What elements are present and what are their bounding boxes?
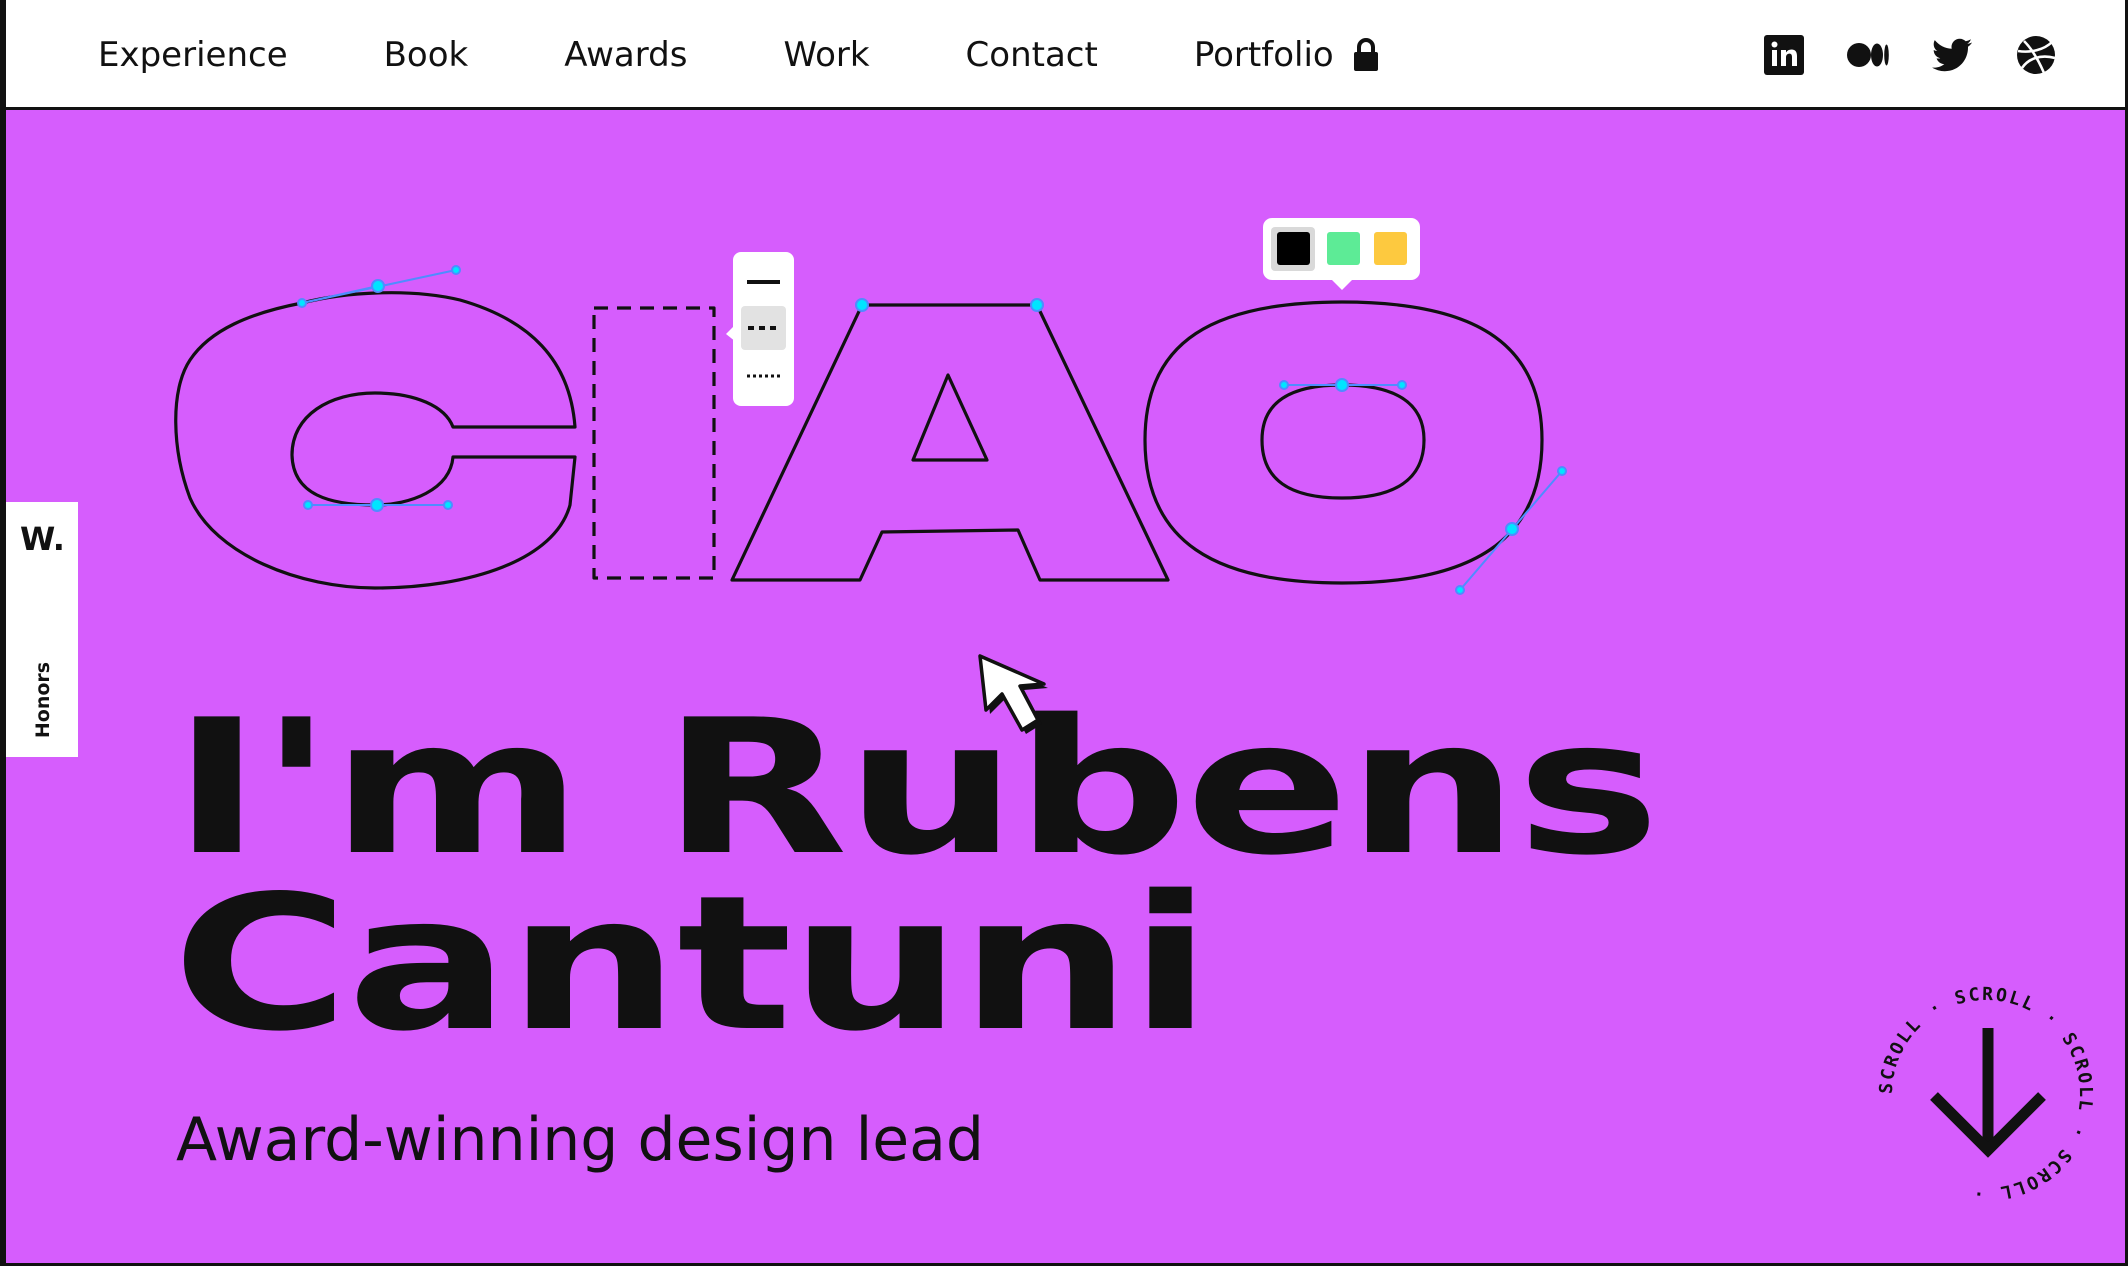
nav-book-label: Book — [383, 35, 469, 75]
dribbble-icon[interactable] — [2014, 33, 2058, 77]
stroke-style-popover[interactable] — [726, 252, 794, 406]
lock-icon — [1353, 38, 1378, 71]
nav-awards-label: Awards — [564, 35, 688, 75]
bezier-handles — [297, 265, 1567, 595]
letter-o-outline — [1143, 300, 1544, 585]
letter-i-dashed-box — [592, 306, 716, 580]
side-tab-label: Honors — [32, 661, 54, 739]
honors-side-tab[interactable]: W. Honors — [6, 502, 78, 757]
arrow-down-icon — [1930, 1028, 2046, 1158]
nav-experience-label: Experience — [98, 35, 288, 75]
nav-work[interactable]: Work — [783, 35, 869, 75]
letter-c-outline — [174, 291, 577, 590]
nav-work-label: Work — [783, 35, 870, 75]
hero-tagline: Award-winning design lead — [176, 1105, 985, 1175]
letter-a-outline — [730, 303, 1170, 582]
ciao-illustration — [174, 218, 1567, 595]
nav-awards[interactable]: Awards — [564, 35, 687, 75]
pointer-cursor-icon — [978, 654, 1048, 734]
headline-line-2: Cantuni — [172, 855, 1212, 1072]
nav-book[interactable]: Book — [384, 35, 469, 75]
side-tab-logo: W. — [20, 520, 65, 558]
top-navigation-bar: Experience Book Awards Work Contact Port… — [0, 0, 2128, 110]
nav-contact-label: Contact — [965, 35, 1098, 75]
nav-experience[interactable]: Experience — [98, 35, 288, 75]
nav-portfolio-label: Portfolio — [1193, 35, 1334, 75]
headline-line-1: I'm Rubens — [172, 679, 1660, 896]
linkedin-icon[interactable] — [1762, 33, 1806, 77]
medium-icon[interactable] — [1846, 33, 1890, 77]
social-links — [1762, 0, 2058, 110]
nav-contact[interactable]: Contact — [966, 35, 1098, 75]
nav-portfolio[interactable]: Portfolio — [1194, 35, 1380, 75]
color-swatch-popover[interactable] — [1263, 218, 1420, 290]
main-nav: Experience Book Awards Work Contact Port… — [98, 0, 1380, 110]
twitter-icon[interactable] — [1930, 33, 1974, 77]
hero-headline: I'm Rubens Cantuni — [172, 679, 1660, 1072]
scroll-down-badge[interactable]: SCROLL · SCROLL · SCROLL · SCROLL · — [1876, 984, 2096, 1204]
